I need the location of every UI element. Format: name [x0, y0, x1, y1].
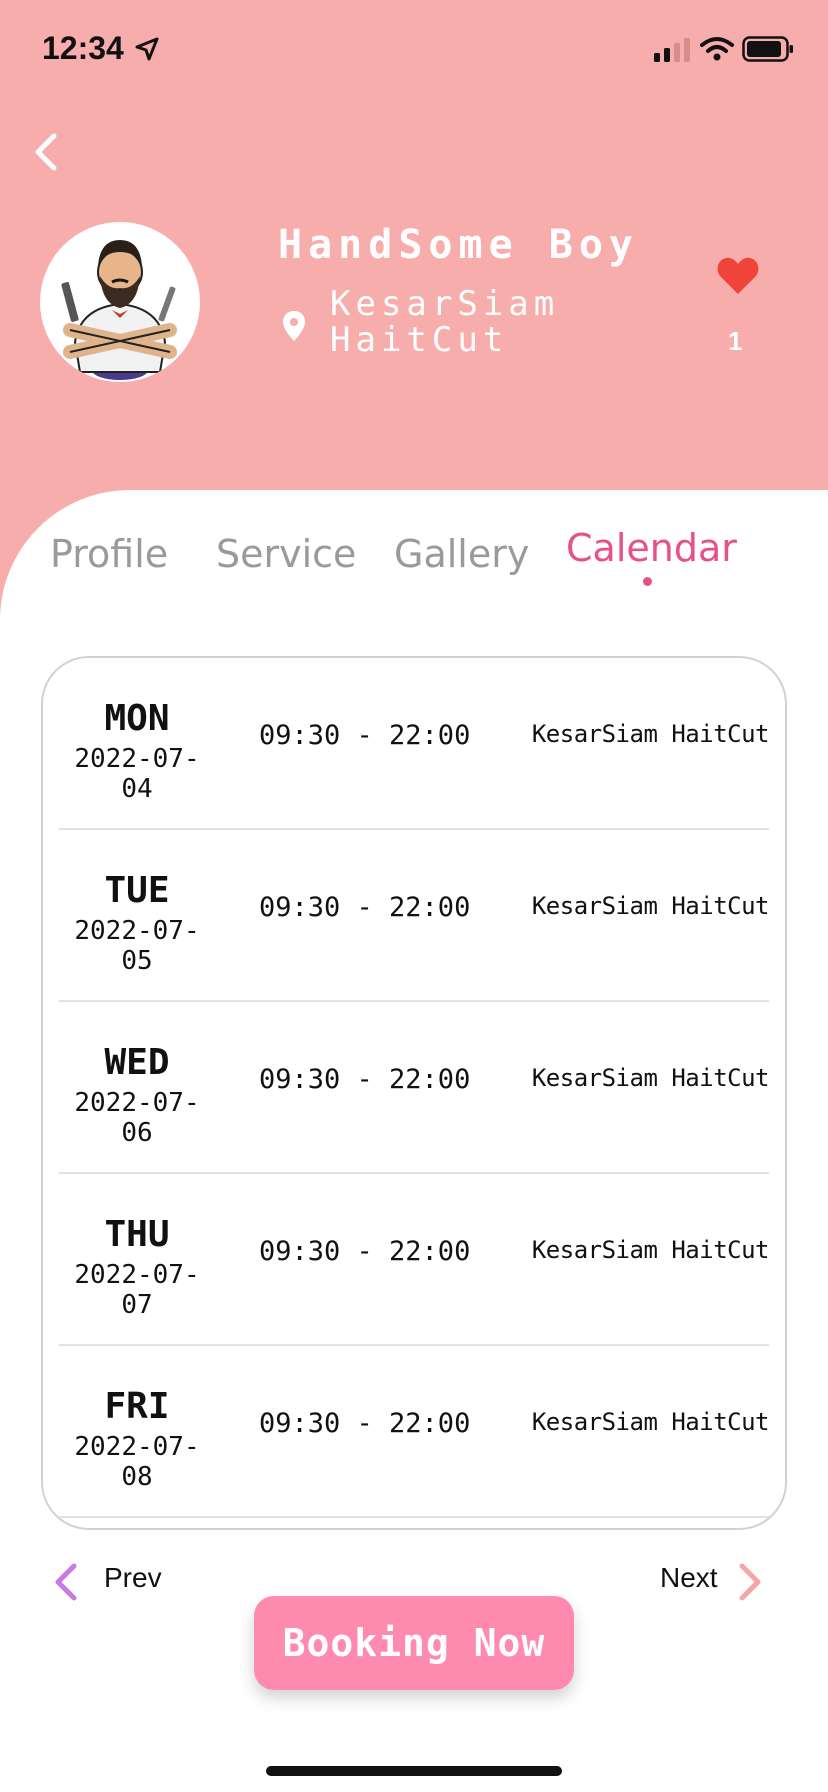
schedule-place: KesarSiam HaitCut [531, 1408, 770, 1436]
tab-calendar[interactable]: Calendar [566, 526, 737, 570]
schedule-date: 2022-07-07 [74, 1260, 200, 1320]
shop-name: HandSome Boy [278, 222, 639, 268]
like-count: 1 [728, 326, 743, 356]
schedule-day: WED [104, 1042, 170, 1083]
schedule-hours: 09:30 - 22:00 [259, 1064, 471, 1095]
prev-button[interactable]: Prev [52, 1556, 172, 1606]
schedule-row: THU 2022-07-07 09:30 - 22:00 KesarSiam H… [59, 1174, 770, 1346]
schedule-hours: 09:30 - 22:00 [259, 1408, 471, 1439]
schedule-date: 2022-07-04 [74, 744, 200, 804]
schedule-hours: 09:30 - 22:00 [259, 720, 471, 751]
schedule-day: FRI [104, 1386, 170, 1427]
schedule-date: 2022-07-08 [74, 1432, 200, 1492]
home-indicator[interactable] [266, 1766, 562, 1776]
schedule-place: KesarSiam HaitCut [531, 1236, 770, 1264]
tab-gallery[interactable]: Gallery [394, 532, 529, 576]
schedule-hours: 09:30 - 22:00 [259, 1236, 471, 1267]
tab-profile[interactable]: Profile [50, 532, 168, 576]
barber-illustration [61, 240, 177, 380]
schedule-date: 2022-07-06 [74, 1088, 200, 1148]
booking-now-button[interactable]: Booking Now [254, 1596, 574, 1690]
status-bar: 12:34 [0, 0, 828, 100]
chevron-right-icon [739, 1563, 761, 1601]
back-button[interactable] [28, 128, 68, 176]
schedule-list[interactable]: MON 2022-07-04 09:30 - 22:00 KesarSiam H… [41, 656, 787, 1530]
schedule-place: KesarSiam HaitCut [531, 892, 770, 920]
heart-icon[interactable] [716, 256, 760, 296]
status-time: 12:34 [42, 30, 124, 66]
tab-service[interactable]: Service [216, 532, 356, 576]
schedule-day: MON [104, 698, 170, 739]
battery-icon [742, 36, 793, 62]
schedule-hours: 09:30 - 22:00 [259, 892, 471, 923]
schedule-place: KesarSiam HaitCut [531, 720, 770, 748]
schedule-place: KesarSiam HaitCut [531, 1064, 770, 1092]
active-tab-indicator [643, 577, 652, 586]
wifi-icon [700, 37, 734, 61]
location-pin-icon [283, 311, 305, 341]
tab-bar: Profile Service Gallery Calendar [0, 526, 828, 612]
location-services-icon [135, 37, 159, 61]
barber-avatar [40, 222, 200, 382]
next-button[interactable]: Next [656, 1556, 776, 1606]
schedule-day: TUE [104, 870, 170, 911]
next-label: Next [660, 1562, 718, 1593]
schedule-row: FRI 2022-07-08 09:30 - 22:00 KesarSiam H… [59, 1346, 770, 1518]
schedule-date: 2022-07-05 [74, 916, 200, 976]
chevron-left-icon [55, 1563, 77, 1601]
schedule-row: TUE 2022-07-05 09:30 - 22:00 KesarSiam H… [59, 830, 770, 1002]
schedule-row: WED 2022-07-06 09:30 - 22:00 KesarSiam H… [59, 1002, 770, 1174]
shop-location: KesarSiam HaitCut [330, 284, 560, 360]
schedule-day: THU [104, 1214, 170, 1255]
schedule-row: MON 2022-07-04 09:30 - 22:00 KesarSiam H… [59, 658, 770, 830]
prev-label: Prev [104, 1562, 162, 1593]
cellular-signal-icon [654, 38, 690, 62]
